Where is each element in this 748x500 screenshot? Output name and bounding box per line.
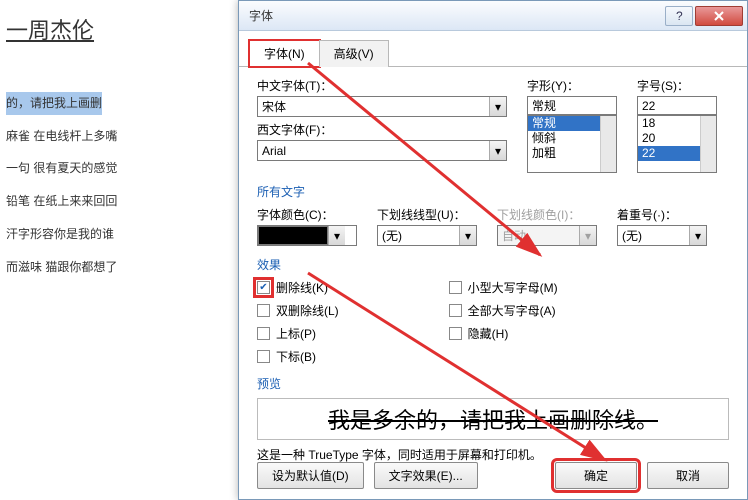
western-font-combo[interactable]: Arial ▾ (257, 140, 507, 161)
section-preview: 预览 (257, 375, 729, 392)
scrollbar[interactable] (700, 116, 716, 172)
checkbox-icon (257, 350, 270, 363)
button-bar: 设为默认值(D) 文字效果(E)... 确定 取消 (239, 462, 747, 489)
checkbox-small-caps[interactable]: 小型大写字母(M) (449, 279, 558, 296)
chevron-down-icon: ▾ (328, 226, 345, 245)
dialog-title: 字体 (243, 7, 663, 24)
label-chinese-font: 中文字体(T)： (257, 77, 507, 94)
svg-text:?: ? (676, 11, 683, 21)
label-font-color: 字体颜色(C)： (257, 206, 357, 223)
preview-note: 这是一种 TrueType 字体，同时适用于屏幕和打印机。 (257, 446, 729, 463)
section-all-text: 所有文字 (257, 183, 729, 200)
underline-combo[interactable]: (无)▾ (377, 225, 477, 246)
doc-title: 一周杰伦 (6, 10, 234, 52)
doc-line: 铅笔 在纸上来来回回 (6, 190, 234, 213)
tab-advanced[interactable]: 高级(V) (319, 40, 389, 67)
set-default-button[interactable]: 设为默认值(D) (257, 462, 364, 489)
chevron-down-icon: ▾ (489, 141, 506, 160)
ok-button[interactable]: 确定 (555, 462, 637, 489)
checkbox-icon: ✔ (257, 281, 270, 294)
checkbox-double-strike[interactable]: 双删除线(L) (257, 302, 339, 319)
tab-strip: 字体(N) 高级(V) (239, 31, 747, 67)
label-underline-color: 下划线颜色(I)： (497, 206, 597, 223)
checkbox-superscript[interactable]: 上标(P) (257, 325, 339, 342)
title-bar: 字体 ? (239, 1, 747, 31)
color-swatch (258, 226, 328, 245)
font-dialog: 字体 ? 字体(N) 高级(V) 中文字体(T)： 宋体 ▾ 西文字体(F)： … (238, 0, 748, 500)
chinese-font-combo[interactable]: 宋体 ▾ (257, 96, 507, 117)
checkbox-icon (449, 327, 462, 340)
chevron-down-icon: ▾ (689, 226, 706, 245)
tab-font[interactable]: 字体(N) (249, 40, 320, 67)
close-button[interactable] (695, 6, 743, 26)
underline-color-combo: 自动▾ (497, 225, 597, 246)
label-emphasis: 着重号(·)： (617, 206, 707, 223)
cancel-button[interactable]: 取消 (647, 462, 729, 489)
chevron-down-icon: ▾ (579, 226, 596, 245)
scrollbar[interactable] (600, 116, 616, 172)
checkbox-strikethrough[interactable]: ✔删除线(K) (257, 279, 339, 296)
chevron-down-icon: ▾ (459, 226, 476, 245)
checkbox-icon (449, 281, 462, 294)
font-color-combo[interactable]: ▾ (257, 225, 357, 246)
label-western-font: 西文字体(F)： (257, 121, 507, 138)
label-style: 字形(Y)： (527, 77, 617, 94)
checkbox-icon (257, 304, 270, 317)
section-effects: 效果 (257, 256, 729, 273)
size-input[interactable]: 22 (637, 96, 717, 115)
checkbox-icon (257, 327, 270, 340)
style-listbox[interactable]: 常规 倾斜 加粗 (527, 115, 617, 173)
help-button[interactable]: ? (665, 6, 693, 26)
doc-line: 而滋味 猫跟你都想了 (6, 256, 234, 279)
text-effects-button[interactable]: 文字效果(E)... (374, 462, 478, 489)
checkbox-icon (449, 304, 462, 317)
doc-line: 麻雀 在电线杆上多嘴 (6, 125, 234, 148)
checkbox-hidden[interactable]: 隐藏(H) (449, 325, 558, 342)
emphasis-combo[interactable]: (无)▾ (617, 225, 707, 246)
label-underline: 下划线线型(U)： (377, 206, 477, 223)
doc-line: 一句 很有夏天的感觉 (6, 157, 234, 180)
chevron-down-icon: ▾ (489, 97, 506, 116)
checkbox-subscript[interactable]: 下标(B) (257, 348, 339, 365)
selected-text: 的，请把我上画删 (6, 92, 102, 115)
style-input[interactable]: 常规 (527, 96, 617, 115)
document-background: 一周杰伦 的，请把我上画删 麻雀 在电线杆上多嘴 一句 很有夏天的感觉 铅笔 在… (0, 0, 240, 500)
checkbox-all-caps[interactable]: 全部大写字母(A) (449, 302, 558, 319)
label-size: 字号(S)： (637, 77, 717, 94)
preview-box: 我是多余的，请把我上画删除线。 (257, 398, 729, 440)
doc-line: 汗字形容你是我的谁 (6, 223, 234, 246)
size-listbox[interactable]: 18 20 22 (637, 115, 717, 173)
